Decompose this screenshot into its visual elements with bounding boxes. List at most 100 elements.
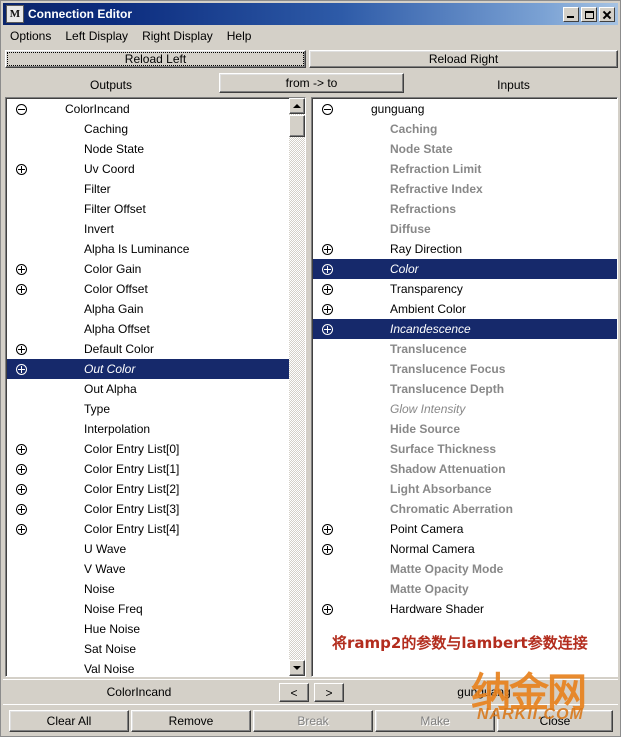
list-item[interactable]: Color Entry List[4] <box>7 519 289 539</box>
list-item[interactable]: V Wave <box>7 559 289 579</box>
menu-item-right-display[interactable]: Right Display <box>135 28 220 44</box>
expand-plus-icon[interactable] <box>16 164 27 175</box>
list-item[interactable]: Hide Source <box>313 419 617 439</box>
list-item[interactable]: Hue Noise <box>7 619 289 639</box>
list-item[interactable]: Surface Thickness <box>313 439 617 459</box>
list-item[interactable]: Filter <box>7 179 289 199</box>
list-item[interactable]: Refractive Index <box>313 179 617 199</box>
list-item[interactable]: Translucence Depth <box>313 379 617 399</box>
expand-plus-icon[interactable] <box>322 304 333 315</box>
expand-plus-icon[interactable] <box>322 524 333 535</box>
list-item[interactable]: Color Entry List[3] <box>7 499 289 519</box>
list-item[interactable]: Color Gain <box>7 259 289 279</box>
outputs-list-panel: ColorIncand Caching Node State Uv Coord Filt… <box>5 97 306 677</box>
list-item[interactable]: Sat Noise <box>7 639 289 659</box>
list-item[interactable]: Light Absorbance <box>313 479 617 499</box>
remove-button[interactable]: Remove <box>131 710 251 732</box>
list-item[interactable]: Caching <box>313 119 617 139</box>
list-item[interactable]: Matte Opacity <box>313 579 617 599</box>
scroll-thumb[interactable] <box>289 115 305 137</box>
expand-plus-icon[interactable] <box>16 484 27 495</box>
list-item[interactable]: Hardware Shader <box>313 599 617 619</box>
left-node-name: ColorIncand <box>106 685 172 699</box>
list-item[interactable]: Ray Direction <box>313 239 617 259</box>
list-item[interactable]: Translucence <box>313 339 617 359</box>
list-item[interactable]: Alpha Is Luminance <box>7 239 289 259</box>
list-item[interactable]: ColorIncand <box>7 99 289 119</box>
list-item[interactable]: Transparency <box>313 279 617 299</box>
list-item[interactable]: Out Color <box>7 359 289 379</box>
expand-plus-icon[interactable] <box>322 264 333 275</box>
close-dialog-button[interactable]: Close <box>497 710 613 732</box>
scroll-up-arrow[interactable] <box>289 98 305 114</box>
expand-plus-icon[interactable] <box>322 544 333 555</box>
list-item[interactable]: Caching <box>7 119 289 139</box>
list-item[interactable]: Type <box>7 399 289 419</box>
list-item[interactable]: Color Entry List[2] <box>7 479 289 499</box>
list-item[interactable]: Glow Intensity <box>313 399 617 419</box>
list-item[interactable]: Color Entry List[1] <box>7 459 289 479</box>
title-bar[interactable]: M Connection Editor <box>3 3 618 25</box>
close-button[interactable] <box>599 6 615 22</box>
list-item[interactable]: Refraction Limit <box>313 159 617 179</box>
reload-left-button[interactable]: Reload Left <box>5 50 306 68</box>
collapse-minus-icon[interactable] <box>322 104 333 115</box>
list-item[interactable]: Out Alpha <box>7 379 289 399</box>
list-item[interactable]: Default Color <box>7 339 289 359</box>
expand-plus-icon[interactable] <box>322 244 333 255</box>
list-item[interactable]: Filter Offset <box>7 199 289 219</box>
list-item[interactable]: Node State <box>7 139 289 159</box>
expand-plus-icon[interactable] <box>16 344 27 355</box>
expand-plus-icon[interactable] <box>16 504 27 515</box>
expand-plus-icon[interactable] <box>16 284 27 295</box>
outputs-scrollbar[interactable] <box>289 98 305 676</box>
list-item[interactable]: Interpolation <box>7 419 289 439</box>
inputs-list[interactable]: gunguang Caching Node State Refraction Limi… <box>313 99 617 676</box>
list-item[interactable]: Diffuse <box>313 219 617 239</box>
list-item[interactable]: Noise <box>7 579 289 599</box>
list-item[interactable]: Val Noise <box>7 659 289 676</box>
list-item[interactable]: Node State <box>313 139 617 159</box>
list-item[interactable]: Color Offset <box>7 279 289 299</box>
list-item[interactable]: Translucence Focus <box>313 359 617 379</box>
menu-item-options[interactable]: Options <box>3 28 58 44</box>
window-controls <box>563 6 615 22</box>
list-item[interactable]: Incandescence <box>313 319 617 339</box>
expand-plus-icon[interactable] <box>16 264 27 275</box>
from-to-button[interactable]: from -> to <box>219 73 404 93</box>
list-item[interactable]: Ambient Color <box>313 299 617 319</box>
list-item[interactable]: Chromatic Aberration <box>313 499 617 519</box>
list-item[interactable]: Shadow Attenuation <box>313 459 617 479</box>
list-item[interactable]: Invert <box>7 219 289 239</box>
list-item[interactable]: Color Entry List[0] <box>7 439 289 459</box>
expand-plus-icon[interactable] <box>16 364 27 375</box>
list-item[interactable]: Refractions <box>313 199 617 219</box>
expand-plus-icon[interactable] <box>16 444 27 455</box>
list-item[interactable]: Alpha Gain <box>7 299 289 319</box>
list-item[interactable]: Color <box>313 259 617 279</box>
collapse-minus-icon[interactable] <box>16 104 27 115</box>
list-item[interactable]: Normal Camera <box>313 539 617 559</box>
next-button[interactable]: > <box>314 683 344 702</box>
clear-all-button[interactable]: Clear All <box>9 710 129 732</box>
list-item[interactable]: Point Camera <box>313 519 617 539</box>
reload-right-button[interactable]: Reload Right <box>309 50 618 68</box>
list-item[interactable]: gunguang <box>313 99 617 119</box>
expand-plus-icon[interactable] <box>322 604 333 615</box>
prev-button[interactable]: < <box>279 683 309 702</box>
list-item[interactable]: Uv Coord <box>7 159 289 179</box>
expand-plus-icon[interactable] <box>322 284 333 295</box>
list-item[interactable]: U Wave <box>7 539 289 559</box>
list-item[interactable]: Matte Opacity Mode <box>313 559 617 579</box>
expand-plus-icon[interactable] <box>16 524 27 535</box>
minimize-button[interactable] <box>563 6 579 22</box>
list-item[interactable]: Alpha Offset <box>7 319 289 339</box>
expand-plus-icon[interactable] <box>322 324 333 335</box>
menu-item-help[interactable]: Help <box>220 28 259 44</box>
scroll-down-arrow[interactable] <box>289 660 305 676</box>
expand-plus-icon[interactable] <box>16 464 27 475</box>
list-item[interactable]: Noise Freq <box>7 599 289 619</box>
outputs-list[interactable]: ColorIncand Caching Node State Uv Coord Filt… <box>7 99 289 676</box>
maximize-button[interactable] <box>581 6 597 22</box>
menu-item-left-display[interactable]: Left Display <box>58 28 135 44</box>
